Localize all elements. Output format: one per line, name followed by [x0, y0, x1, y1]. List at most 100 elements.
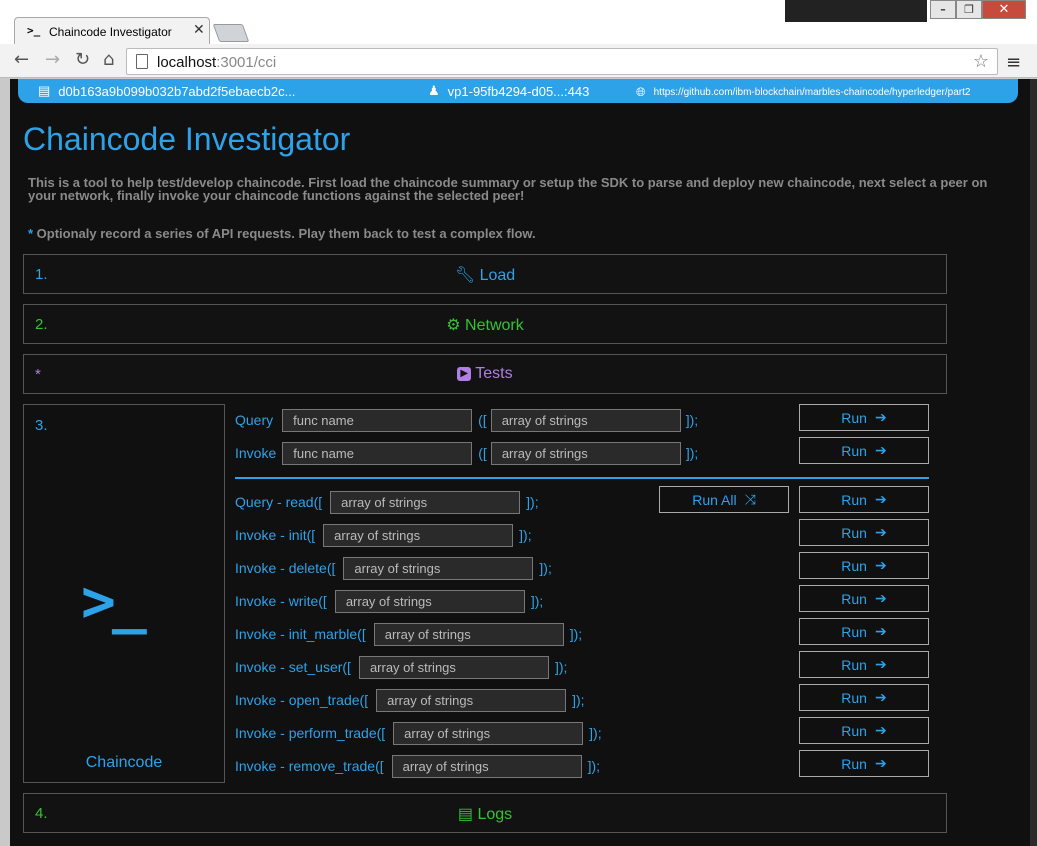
run-function-button[interactable]: Run ➔	[799, 585, 929, 612]
close-window-button[interactable]: ✕	[982, 0, 1026, 19]
git-item[interactable]: 🌐︎ https://github.com/ibm-blockchain/mar…	[636, 85, 970, 100]
function-args-input[interactable]: array of strings	[373, 622, 564, 646]
run-function-button[interactable]: Run ➔	[799, 618, 929, 645]
arrow-right-icon: ➔	[874, 491, 887, 507]
chaincode-id: d0b163a9b099b032b7abd2f5ebaecb2c...	[58, 83, 296, 99]
panel-label[interactable]: ⚙ Network	[24, 315, 946, 335]
browser-toolbar: ← → ↻ ⌂ localhost:3001/cci ☆ ≡	[0, 44, 1037, 78]
arrow-right-icon: ➔	[874, 656, 887, 672]
function-row: Invoke - remove_trade([ array of strings…	[235, 754, 600, 778]
minimize-button[interactable]: –	[930, 0, 956, 19]
function-args-input[interactable]: array of strings	[358, 655, 549, 679]
page-icon	[136, 54, 148, 69]
close-paren: ]);	[589, 725, 602, 741]
arrow-right-icon: ➔	[874, 590, 887, 606]
panel-label[interactable]: 🔧︎ Load	[24, 265, 946, 285]
peer-name: vp1-95fb4294-d05...:443	[447, 83, 590, 99]
panel-tests[interactable]: * ▶ Tests	[23, 354, 947, 394]
function-label: Invoke - perform_trade([	[235, 725, 386, 741]
function-label: Invoke - delete([	[235, 560, 336, 576]
function-args-input[interactable]: array of strings	[343, 556, 534, 580]
reload-icon[interactable]: ↻	[75, 49, 90, 70]
run-label: Run	[841, 755, 867, 772]
invoke-label: Invoke	[235, 445, 277, 461]
arrow-right-icon: ➔	[874, 524, 887, 540]
close-tab-icon[interactable]: ✕	[193, 22, 205, 38]
network-label: Network	[465, 317, 524, 334]
peer-item: ♟ vp1-95fb4294-d05...:443	[428, 83, 589, 99]
function-label: Invoke - write([	[235, 593, 327, 609]
function-row: Invoke - perform_trade([ array of string…	[235, 721, 602, 745]
function-row: Invoke - write([ array of strings ]);	[235, 589, 543, 613]
note-text: Optionaly record a series of API request…	[33, 226, 536, 241]
page-description: This is a tool to help test/develop chai…	[28, 175, 988, 203]
maximize-button[interactable]: ❐	[956, 0, 982, 19]
arrow-right-icon: ➔	[874, 442, 887, 458]
function-args-input[interactable]: array of strings	[393, 721, 584, 745]
function-row: Query - read([ array of strings ]);	[235, 490, 539, 514]
forward-arrow-icon[interactable]: →	[45, 49, 60, 70]
scrollbar[interactable]	[1030, 79, 1037, 846]
function-args-input[interactable]: array of strings	[330, 490, 521, 514]
person-icon: ♟	[428, 83, 440, 98]
function-args-input[interactable]: array of strings	[376, 688, 567, 712]
panel-label[interactable]: ▶ Tests	[24, 365, 946, 383]
panel-load[interactable]: 1. 🔧︎ Load	[23, 254, 947, 294]
browser-tab[interactable]: >_ Chaincode Investigator ✕	[14, 17, 210, 45]
back-arrow-icon[interactable]: ←	[14, 49, 29, 70]
function-label: Invoke - remove_trade([	[235, 758, 384, 774]
separator-line	[235, 477, 929, 479]
arrow-right-icon: ➔	[874, 409, 887, 425]
address-bar[interactable]: localhost:3001/cci ☆	[126, 48, 998, 75]
git-url[interactable]: https://github.com/ibm-blockchain/marble…	[654, 87, 971, 98]
logs-label: Logs	[477, 806, 513, 823]
run-invoke-button[interactable]: Run ➔	[799, 437, 929, 464]
chaincode-id-item: ▤ d0b163a9b099b032b7abd2f5ebaecb2c...	[38, 83, 295, 99]
function-args-input[interactable]: array of strings	[391, 754, 582, 778]
wrench-icon: 🔧︎	[454, 267, 476, 284]
function-row: Invoke - set_user([ array of strings ]);	[235, 655, 567, 679]
function-row: Invoke - init([ array of strings ]);	[235, 523, 532, 547]
run-function-button[interactable]: Run ➔	[799, 684, 929, 711]
close-paren: ]);	[554, 659, 568, 675]
panel-network[interactable]: 2. ⚙ Network	[23, 304, 947, 344]
generic-invoke-row: Invoke func name ([ array of strings ]);	[235, 441, 698, 465]
close-paren: ]);	[572, 692, 585, 708]
run-function-button[interactable]: Run ➔	[799, 552, 929, 579]
query-func-input[interactable]: func name	[282, 408, 473, 432]
close-paren: ]);	[587, 758, 601, 774]
menu-icon[interactable]: ≡	[1006, 52, 1021, 73]
function-args-input[interactable]: array of strings	[334, 589, 525, 613]
page-content: ▤ d0b163a9b099b032b7abd2f5ebaecb2c... ♟ …	[10, 79, 1030, 846]
function-args-input[interactable]: array of strings	[323, 523, 514, 547]
query-args-input[interactable]: array of strings	[490, 408, 681, 432]
panel-logs[interactable]: 4. ▤ Logs	[23, 793, 947, 833]
function-label: Invoke - open_trade([	[235, 692, 369, 708]
run-function-button[interactable]: Run ➔	[799, 519, 929, 546]
run-function-button[interactable]: Run ➔	[799, 486, 929, 513]
info-bar: ▤ d0b163a9b099b032b7abd2f5ebaecb2c... ♟ …	[18, 79, 1018, 103]
invoke-args-input[interactable]: array of strings	[490, 441, 681, 465]
browser-window: >_ Chaincode Investigator ✕ – ❐ ✕ ← → ↻ …	[0, 0, 1037, 846]
run-function-button[interactable]: Run ➔	[799, 750, 929, 777]
close-paren: ]);	[519, 527, 532, 543]
bookmark-star-icon[interactable]: ☆	[973, 51, 989, 72]
run-function-button[interactable]: Run ➔	[799, 717, 929, 744]
close-paren: ]);	[539, 560, 552, 576]
panel-label[interactable]: ▤ Logs	[24, 804, 946, 824]
invoke-func-input[interactable]: func name	[282, 441, 473, 465]
run-all-button[interactable]: Run All ⤨	[659, 486, 789, 513]
arrow-right-icon: ➔	[874, 557, 887, 573]
new-tab-button[interactable]	[212, 24, 250, 42]
home-icon[interactable]: ⌂	[103, 49, 114, 70]
run-query-button[interactable]: Run ➔	[799, 404, 929, 431]
gears-icon: ⚙	[446, 317, 461, 334]
run-function-button[interactable]: Run ➔	[799, 651, 929, 678]
title-bar: >_ Chaincode Investigator ✕ – ❐ ✕	[0, 0, 1037, 45]
tests-label: Tests	[475, 365, 513, 382]
close-paren: ]);	[685, 445, 699, 461]
window-controls: – ❐ ✕	[930, 0, 1026, 20]
function-row: Invoke - delete([ array of strings ]);	[235, 556, 552, 580]
arrow-right-icon: ➔	[874, 722, 887, 738]
url-text: localhost:3001/cci	[157, 54, 277, 71]
